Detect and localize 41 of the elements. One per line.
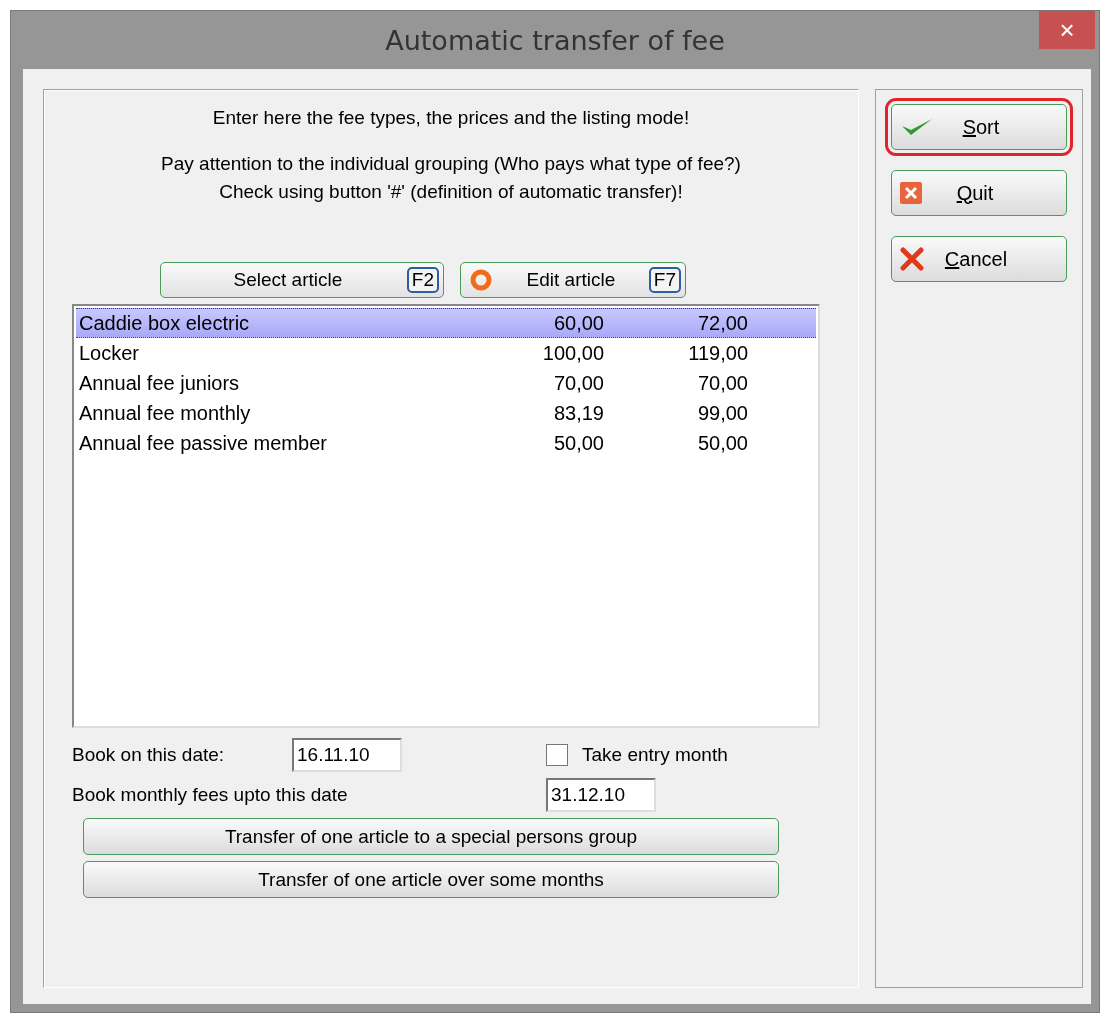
article-name: Annual fee juniors — [79, 371, 241, 395]
close-box-icon — [900, 182, 922, 204]
shortcut-key: F7 — [648, 267, 681, 293]
book-date-field[interactable]: 16.11.10 — [292, 738, 402, 772]
article-button[interactable]: Select article F2 — [160, 262, 444, 298]
side-button[interactable]: Cancel — [891, 236, 1067, 282]
instruction-text: Enter here the fee types, the prices and the listing mode! — [212, 106, 690, 130]
shortcut-key: F2 — [406, 267, 439, 293]
article-row[interactable]: Caddie box electric 60,00 72,00 — [76, 308, 816, 338]
side-button[interactable]: Quit — [891, 170, 1067, 216]
monthly-date-label: Book monthly fees upto this date — [72, 784, 349, 806]
net-price: 50,00 — [552, 431, 604, 455]
transfer-button[interactable]: Transfer of one article to a special persons group — [83, 818, 779, 855]
gross-price: 119,00 — [687, 341, 748, 365]
article-row[interactable]: Annual fee passive member 50,00 50,00 — [76, 428, 816, 458]
net-price: 83,19 — [552, 401, 604, 425]
article-row[interactable]: Annual fee monthly 83,19 99,00 — [76, 398, 816, 428]
monthly-date-field[interactable]: 31.12.10 — [546, 778, 656, 812]
gross-price: 50,00 — [696, 431, 748, 455]
book-date-label: Book on this date: — [72, 744, 226, 766]
article-name: Caddie box electric — [79, 311, 251, 335]
article-button[interactable]: Edit article F7 — [460, 262, 686, 298]
gross-price: 70,00 — [696, 371, 748, 395]
net-price: 70,00 — [552, 371, 604, 395]
net-price: 100,00 — [541, 341, 604, 365]
transfer-button[interactable]: Transfer of one article over some months — [83, 861, 779, 898]
article-row[interactable]: Locker 100,00 119,00 — [76, 338, 816, 368]
article-name: Annual fee monthly — [79, 401, 252, 425]
close-button[interactable]: × — [1039, 11, 1095, 49]
article-name: Locker — [79, 341, 141, 365]
article-row[interactable]: Annual fee juniors 70,00 70,00 — [76, 368, 816, 398]
cancel-icon — [900, 247, 924, 271]
window-title: Automatic transfer of fee — [384, 24, 726, 56]
article-name: Annual fee passive member — [79, 431, 328, 455]
checkbox-label: Take entry month — [582, 744, 728, 766]
gross-price: 99,00 — [696, 401, 748, 425]
instruction-text: Pay attention to the individual grouping (Who pays what type of fee?) Check using button '#' (definition of automatic transfer)! — [161, 152, 741, 204]
ring-icon — [469, 268, 493, 292]
entry-month-checkbox[interactable] — [546, 744, 568, 766]
net-price: 60,00 — [552, 311, 604, 335]
gross-price: 72,00 — [696, 311, 748, 335]
